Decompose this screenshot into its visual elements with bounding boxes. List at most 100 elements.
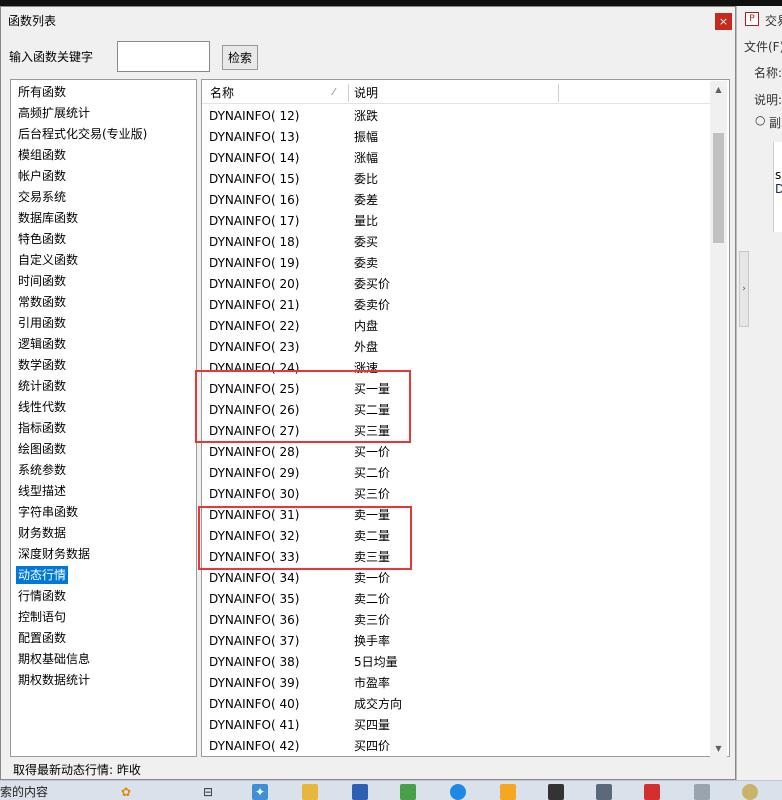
category-item[interactable]: 逻辑函数 bbox=[16, 335, 68, 353]
category-item[interactable]: 模组函数 bbox=[16, 146, 68, 164]
table-row[interactable]: DYNAINFO( 17) 量比 bbox=[202, 211, 710, 232]
category-item[interactable]: 自定义函数 bbox=[16, 251, 80, 269]
function-name: DYNAINFO( 18) bbox=[209, 235, 300, 249]
category-item[interactable]: 系统参数 bbox=[16, 461, 68, 479]
function-desc: 委比 bbox=[354, 172, 379, 186]
code-line: D bbox=[775, 182, 782, 196]
category-item[interactable]: 字符串函数 bbox=[16, 503, 80, 521]
function-name: DYNAINFO( 16) bbox=[209, 193, 300, 207]
status-bar: 取得最新动态行情: 昨收 bbox=[13, 763, 141, 777]
category-item[interactable]: 统计函数 bbox=[16, 377, 68, 395]
scroll-up-icon[interactable]: ▲ bbox=[710, 81, 727, 98]
app-icon: P bbox=[745, 12, 759, 26]
code-panel: s D bbox=[773, 142, 782, 232]
radio-icon[interactable]: ○ bbox=[755, 113, 765, 127]
window-app-icon[interactable] bbox=[596, 784, 612, 800]
category-item[interactable]: 特色函数 bbox=[16, 230, 68, 248]
column-divider[interactable] bbox=[558, 84, 559, 102]
table-row[interactable]: DYNAINFO( 41) 买四量 bbox=[202, 715, 710, 736]
table-row[interactable]: DYNAINFO( 37) 换手率 bbox=[202, 631, 710, 652]
column-header-name[interactable]: 名称 bbox=[204, 82, 234, 104]
category-item[interactable]: 期权基础信息 bbox=[16, 650, 92, 668]
category-item[interactable]: 行情函数 bbox=[16, 587, 68, 605]
table-row[interactable]: DYNAINFO( 38) 5日均量 bbox=[202, 652, 710, 673]
vertical-scrollbar[interactable]: ▲ ▼ bbox=[710, 81, 727, 757]
category-item[interactable]: 引用函数 bbox=[16, 314, 68, 332]
close-button[interactable]: × bbox=[715, 13, 732, 30]
category-item[interactable]: 交易系统 bbox=[16, 188, 68, 206]
category-item[interactable]: 帐户函数 bbox=[16, 167, 68, 185]
table-row[interactable]: DYNAINFO( 15) 委比 bbox=[202, 169, 710, 190]
function-name: DYNAINFO( 40) bbox=[209, 697, 300, 711]
app-icon[interactable]: ✦ bbox=[252, 784, 268, 800]
table-row[interactable]: DYNAINFO( 28) 买一价 bbox=[202, 442, 710, 463]
category-item[interactable]: 后台程式化交易(专业版) bbox=[16, 125, 149, 143]
expand-panel-button[interactable]: › bbox=[739, 251, 749, 327]
trading-app-icon[interactable] bbox=[548, 784, 564, 800]
category-item[interactable]: 动态行情 bbox=[16, 566, 69, 584]
table-row[interactable]: DYNAINFO( 13) 振幅 bbox=[202, 127, 710, 148]
highlight-box-buy-volumes bbox=[195, 370, 411, 443]
avatar-app-icon[interactable] bbox=[742, 784, 758, 800]
category-item[interactable]: 线型描述 bbox=[16, 482, 68, 500]
category-item[interactable]: 线性代数 bbox=[16, 398, 68, 416]
function-name: DYNAINFO( 22) bbox=[209, 319, 300, 333]
keyword-input[interactable] bbox=[117, 41, 210, 72]
search-button[interactable]: 检索 bbox=[222, 45, 258, 70]
table-row[interactable]: DYNAINFO( 16) 委差 bbox=[202, 190, 710, 211]
table-row[interactable]: DYNAINFO( 18) 委买 bbox=[202, 232, 710, 253]
storage-app-icon[interactable] bbox=[694, 784, 710, 800]
function-name: DYNAINFO( 29) bbox=[209, 466, 300, 480]
table-row[interactable]: DYNAINFO( 14) 涨幅 bbox=[202, 148, 710, 169]
desc-label: 说明: bbox=[754, 93, 782, 107]
active-app-icon[interactable] bbox=[644, 784, 660, 800]
category-item[interactable]: 常数函数 bbox=[16, 293, 68, 311]
task-view-icon[interactable]: ⊟ bbox=[200, 784, 216, 800]
table-row[interactable]: DYNAINFO( 22) 内盘 bbox=[202, 316, 710, 337]
function-desc: 买四价 bbox=[354, 739, 391, 753]
category-item[interactable]: 控制语句 bbox=[16, 608, 68, 626]
table-row[interactable]: DYNAINFO( 23) 外盘 bbox=[202, 337, 710, 358]
table-row[interactable]: DYNAINFO( 30) 买三价 bbox=[202, 484, 710, 505]
function-desc: 卖三价 bbox=[354, 613, 391, 627]
category-item[interactable]: 配置函数 bbox=[16, 629, 68, 647]
category-item[interactable]: 指标函数 bbox=[16, 419, 68, 437]
table-row[interactable]: DYNAINFO( 35) 卖二价 bbox=[202, 589, 710, 610]
table-row[interactable]: DYNAINFO( 21) 委卖价 bbox=[202, 295, 710, 316]
category-item[interactable]: 深度财务数据 bbox=[16, 545, 92, 563]
table-row[interactable]: DYNAINFO( 12) 涨跌 bbox=[202, 106, 710, 127]
taskbar-search-text[interactable]: 索的内容 bbox=[0, 783, 48, 800]
sublime-app-icon[interactable] bbox=[500, 784, 516, 800]
table-row[interactable]: DYNAINFO( 29) 买二价 bbox=[202, 463, 710, 484]
function-desc: 涨跌 bbox=[354, 109, 379, 123]
category-item[interactable]: 数学函数 bbox=[16, 356, 68, 374]
table-row[interactable]: DYNAINFO( 20) 委买价 bbox=[202, 274, 710, 295]
function-name: DYNAINFO( 15) bbox=[209, 172, 300, 186]
category-item[interactable]: 数据库函数 bbox=[16, 209, 80, 227]
category-item[interactable]: 高频扩展统计 bbox=[16, 104, 92, 122]
menu-file[interactable]: 文件(F) bbox=[744, 38, 782, 55]
column-header-desc[interactable]: 说明 bbox=[348, 82, 378, 104]
category-item[interactable]: 所有函数 bbox=[16, 83, 68, 101]
function-name: DYNAINFO( 41) bbox=[209, 718, 300, 732]
category-item[interactable]: 绘图函数 bbox=[16, 440, 68, 458]
table-row[interactable]: DYNAINFO( 34) 卖一价 bbox=[202, 568, 710, 589]
background-window: P 交易 文件(F) 名称: 说明: ○ 副 s D › bbox=[736, 6, 782, 780]
scroll-down-icon[interactable]: ▼ bbox=[710, 740, 727, 757]
table-row[interactable]: DYNAINFO( 36) 卖三价 bbox=[202, 610, 710, 631]
table-row[interactable]: DYNAINFO( 19) 委卖 bbox=[202, 253, 710, 274]
highlight-box-sell-volumes bbox=[198, 506, 412, 570]
category-item[interactable]: 期权数据统计 bbox=[16, 671, 92, 689]
function-desc: 买四量 bbox=[354, 718, 391, 732]
scroll-thumb[interactable] bbox=[713, 133, 724, 243]
monitor-app-icon[interactable] bbox=[352, 784, 368, 800]
edge-browser-icon[interactable] bbox=[450, 784, 466, 800]
category-list[interactable]: 所有函数高频扩展统计后台程式化交易(专业版) 模组函数帐户函数交易系统数据库函数特… bbox=[10, 79, 197, 757]
category-item[interactable]: 时间函数 bbox=[16, 272, 68, 290]
category-item[interactable]: 财务数据 bbox=[16, 524, 68, 542]
chart-app-icon[interactable] bbox=[400, 784, 416, 800]
table-row[interactable]: DYNAINFO( 42) 买四价 bbox=[202, 736, 710, 756]
table-row[interactable]: DYNAINFO( 39) 市盈率 bbox=[202, 673, 710, 694]
file-explorer-icon[interactable] bbox=[302, 784, 318, 800]
table-row[interactable]: DYNAINFO( 40) 成交方向 bbox=[202, 694, 710, 715]
